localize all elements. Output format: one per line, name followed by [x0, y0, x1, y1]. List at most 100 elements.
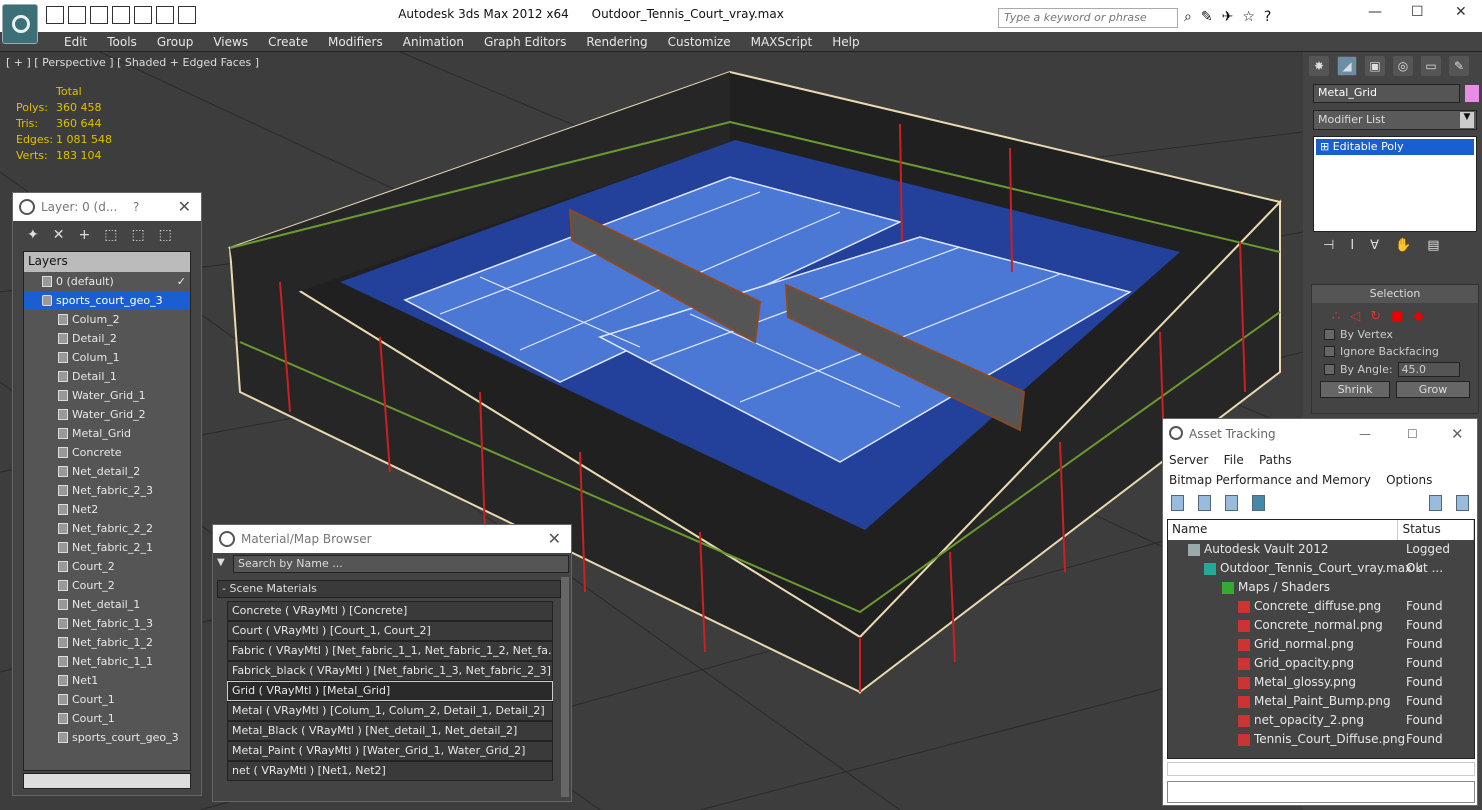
maximize-icon[interactable]: ☐	[1411, 4, 1424, 20]
horizontal-scrollbar[interactable]	[1167, 762, 1475, 776]
asset-row[interactable]: Metal_Paint_Bump.png Found	[1168, 692, 1474, 711]
star-icon[interactable]: ☆	[1242, 9, 1255, 25]
menu-help[interactable]: Help	[822, 32, 869, 51]
material-item[interactable]: Metal_Black ( VRayMtl ) [Net_detail_1, N…	[227, 721, 553, 741]
asset-row[interactable]: Concrete_diffuse.png Found	[1168, 597, 1474, 616]
menu-tools[interactable]: Tools	[97, 32, 147, 51]
material-item[interactable]: Metal ( VRayMtl ) [Colum_1, Colum_2, Det…	[227, 701, 553, 721]
stack-item-editable-poly[interactable]: ⊞ Editable Poly	[1316, 139, 1474, 155]
create-layer-icon[interactable]: ✦	[27, 227, 39, 243]
minimize-icon[interactable]: —	[1368, 4, 1382, 20]
layer-object-row[interactable]: Net_fabric_1_2	[24, 633, 190, 652]
wrench-icon[interactable]: ✎	[1201, 9, 1213, 25]
add-to-layer-icon[interactable]: +	[78, 227, 90, 243]
material-item-selected[interactable]: Grid ( VRayMtl ) [Metal_Grid]	[227, 681, 553, 701]
menu-maxscript[interactable]: MAXScript	[741, 32, 823, 51]
help-icon[interactable]: ?	[133, 193, 139, 221]
viewport-label[interactable]: [ + ] [ Perspective ] [ Shaded + Edged F…	[6, 56, 259, 69]
layer-object-row[interactable]: Colum_2	[24, 310, 190, 329]
status-column-header[interactable]: Status	[1398, 520, 1474, 540]
menu-file[interactable]: File	[1224, 453, 1244, 467]
vertical-scrollbar[interactable]	[561, 577, 569, 797]
asset-row[interactable]: net_opacity_2.png Found	[1168, 711, 1474, 730]
layer-object-row[interactable]: sports_court_geo_3	[24, 728, 190, 747]
menu-animation[interactable]: Animation	[393, 32, 474, 51]
layer-object-row[interactable]: Court_2	[24, 557, 190, 576]
element-level-icon[interactable]: ◆	[1413, 309, 1423, 324]
angle-spinner[interactable]: 45.0	[1397, 362, 1460, 377]
name-column-header[interactable]: Name	[1168, 520, 1399, 540]
layer-object-row[interactable]: Concrete	[24, 443, 190, 462]
list-view-icon[interactable]	[1198, 495, 1211, 511]
menu-modifiers[interactable]: Modifiers	[318, 32, 393, 51]
minimize-icon[interactable]: —	[1359, 419, 1371, 449]
material-search-input[interactable]: Search by Name ...	[233, 555, 569, 573]
shrink-button[interactable]: Shrink	[1320, 381, 1390, 398]
asset-row[interactable]: Tennis_Court_Diffuse.png Found	[1168, 730, 1474, 749]
modify-tab-icon[interactable]: ◢	[1337, 56, 1357, 76]
help-icon[interactable]: ?	[1264, 9, 1271, 25]
context-help-icon[interactable]	[1456, 495, 1469, 511]
show-end-result-icon[interactable]: Ι	[1350, 238, 1354, 253]
layer-object-row[interactable]: Detail_2	[24, 329, 190, 348]
asset-row[interactable]: Concrete_normal.png Found	[1168, 616, 1474, 635]
asset-row[interactable]: Autodesk Vault 2012 Logged Out ...	[1168, 540, 1474, 575]
menu-server[interactable]: Server	[1169, 453, 1208, 467]
highlight-layer-icon[interactable]: ⬚	[131, 227, 144, 243]
display-tab-icon[interactable]: ▭	[1421, 56, 1441, 76]
close-icon[interactable]: ✕	[178, 193, 191, 221]
browser-options-icon[interactable]: ▼	[217, 557, 225, 568]
close-icon[interactable]: ✕	[1455, 4, 1467, 20]
binoculars-icon[interactable]: ⌕	[1184, 9, 1192, 25]
maximize-icon[interactable]: ☐	[1407, 419, 1418, 449]
material-item[interactable]: net ( VRayMtl ) [Net1, Net2]	[227, 761, 553, 781]
motion-tab-icon[interactable]: ◎	[1393, 56, 1413, 76]
layer-object-row[interactable]: Net_fabric_2_2	[24, 519, 190, 538]
layer-object-row[interactable]: Net_fabric_1_1	[24, 652, 190, 671]
horizontal-scrollbar[interactable]	[23, 773, 191, 789]
layer-object-row[interactable]: Net1	[24, 671, 190, 690]
delete-layer-icon[interactable]: ✕	[53, 227, 65, 243]
menu-edit[interactable]: Edit	[54, 32, 97, 51]
asset-row[interactable]: Metal_glossy.png Found	[1168, 673, 1474, 692]
layer-row-default[interactable]: 0 (default) ✓	[24, 272, 190, 291]
edge-level-icon[interactable]: ◁	[1350, 309, 1360, 324]
material-item[interactable]: Court ( VRayMtl ) [Court_1, Court_2]	[227, 621, 553, 641]
select-objects-icon[interactable]: ⬚	[104, 227, 117, 243]
tree-view-icon[interactable]	[1225, 495, 1238, 511]
menu-options[interactable]: Options	[1386, 473, 1432, 487]
hierarchy-tab-icon[interactable]: ▣	[1365, 56, 1385, 76]
grow-button[interactable]: Grow	[1396, 381, 1470, 398]
menu-rendering[interactable]: Rendering	[576, 32, 657, 51]
layer-object-row[interactable]: Net_fabric_2_1	[24, 538, 190, 557]
menu-customize[interactable]: Customize	[658, 32, 741, 51]
material-item[interactable]: Fabric ( VRayMtl ) [Net_fabric_1_1, Net_…	[227, 641, 553, 661]
refresh-icon[interactable]	[1171, 495, 1184, 511]
menu-bitmap-performance[interactable]: Bitmap Performance and Memory	[1169, 473, 1371, 487]
layer-row-selected[interactable]: sports_court_geo_3	[24, 291, 190, 310]
object-color-swatch[interactable]	[1465, 85, 1479, 102]
layer-object-row[interactable]: Water_Grid_2	[24, 405, 190, 424]
table-view-icon[interactable]	[1252, 495, 1265, 511]
close-icon[interactable]: ✕	[548, 525, 561, 553]
satellite-icon[interactable]: ✈	[1222, 9, 1234, 25]
layer-object-row[interactable]: Court_2	[24, 576, 190, 595]
layer-object-row[interactable]: Water_Grid_1	[24, 386, 190, 405]
layer-object-row[interactable]: Court_1	[24, 690, 190, 709]
layer-object-row[interactable]: Net_fabric_2_3	[24, 481, 190, 500]
make-unique-icon[interactable]: ∀	[1370, 238, 1379, 253]
hide-all-layers-icon[interactable]: ⬚	[159, 227, 172, 243]
ignore-backfacing-checkbox[interactable]: Ignore Backfacing	[1324, 345, 1478, 358]
layers-column-header[interactable]: Layers	[24, 252, 190, 272]
menu-paths[interactable]: Paths	[1259, 453, 1292, 467]
layer-object-row[interactable]: Metal_Grid	[24, 424, 190, 443]
material-item[interactable]: Concrete ( VRayMtl ) [Concrete]	[227, 601, 553, 621]
polygon-level-icon[interactable]: ■	[1391, 309, 1403, 324]
modifier-list-dropdown[interactable]: Modifier List ▼	[1313, 110, 1477, 130]
asset-row[interactable]: Grid_opacity.png Found	[1168, 654, 1474, 673]
asset-row[interactable]: Outdoor_Tennis_Court_vray.max Ok	[1168, 559, 1474, 578]
app-logo-icon[interactable]	[2, 4, 38, 44]
create-tab-icon[interactable]: ✸	[1309, 56, 1329, 76]
pin-stack-icon[interactable]: ⊣	[1323, 238, 1334, 253]
by-vertex-checkbox[interactable]: By Vertex	[1324, 328, 1478, 341]
